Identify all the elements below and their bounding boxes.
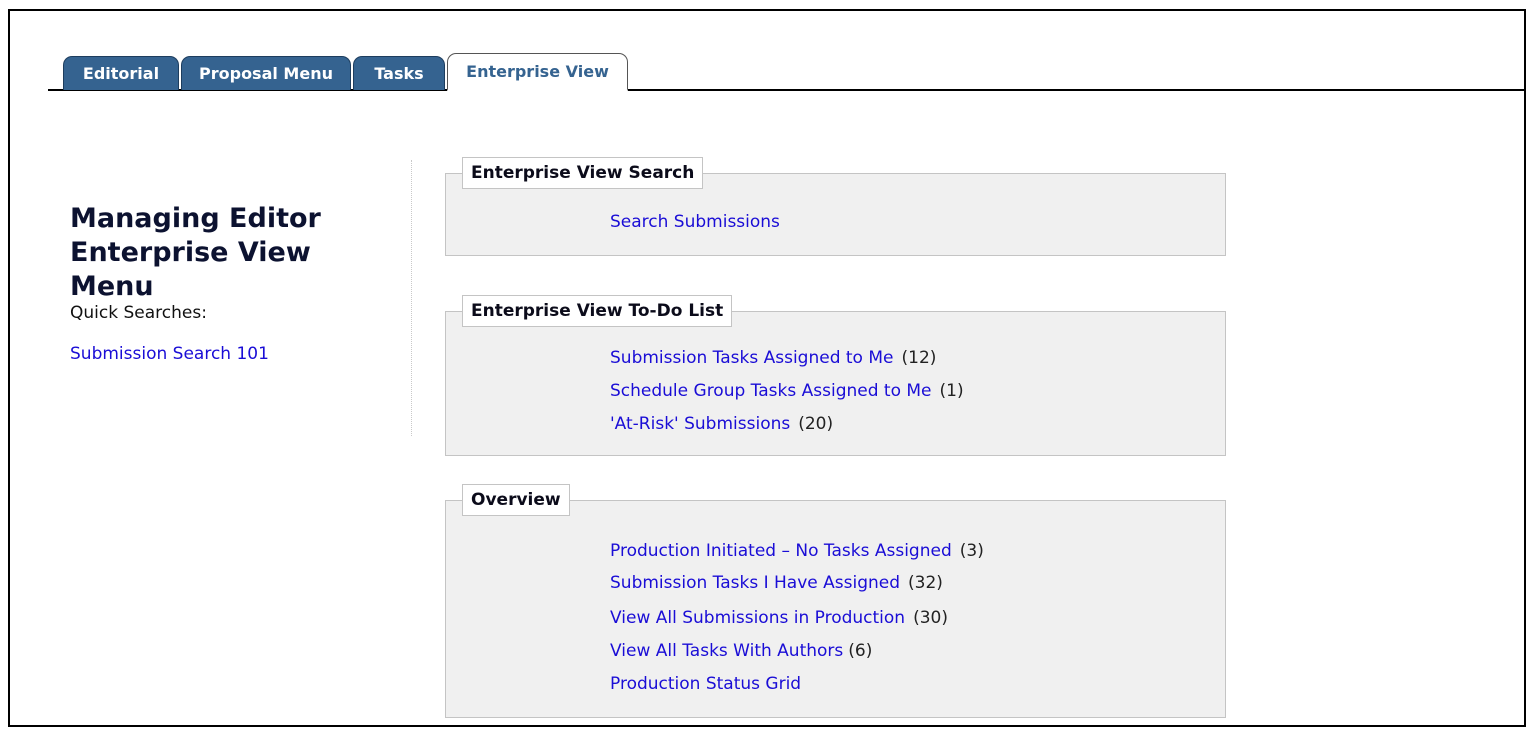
item-count: (1)	[939, 381, 964, 401]
quick-searches-label: Quick Searches:	[70, 303, 207, 323]
list-item: View All Tasks With Authors (6)	[610, 640, 872, 662]
page-title: Managing Editor Enterprise View Menu	[70, 202, 400, 304]
production-status-grid-link[interactable]: Production Status Grid	[610, 674, 801, 694]
tab-bar: Editorial Proposal Menu Tasks Enterprise…	[48, 53, 1526, 91]
list-item: Submission Tasks Assigned to Me (12)	[610, 347, 936, 369]
page-title-line2: Enterprise View Menu	[70, 237, 311, 302]
production-initiated-link[interactable]: Production Initiated – No Tasks Assigned	[610, 541, 952, 561]
item-count: (12)	[901, 348, 937, 368]
search-submissions-link[interactable]: Search Submissions	[610, 212, 780, 232]
list-item: 'At-Risk' Submissions (20)	[610, 413, 833, 435]
submission-tasks-i-assigned-link[interactable]: Submission Tasks I Have Assigned	[610, 573, 900, 593]
at-risk-submissions-link[interactable]: 'At-Risk' Submissions	[610, 414, 790, 434]
list-item: Production Initiated – No Tasks Assigned…	[610, 540, 984, 562]
submission-tasks-assigned-link[interactable]: Submission Tasks Assigned to Me	[610, 348, 894, 368]
tab-enterprise-view[interactable]: Enterprise View	[447, 53, 628, 91]
column-divider	[411, 160, 412, 436]
tab-editorial[interactable]: Editorial	[63, 56, 179, 90]
list-item: Schedule Group Tasks Assigned to Me (1)	[610, 380, 964, 402]
enterprise-view-todo-panel: Enterprise View To-Do List Submission Ta…	[445, 295, 1226, 456]
quick-search-link[interactable]: Submission Search 101	[70, 344, 269, 364]
item-count: (6)	[848, 641, 873, 661]
panel-legend: Overview	[462, 484, 570, 516]
view-all-tasks-with-authors-link[interactable]: View All Tasks With Authors	[610, 641, 843, 661]
item-count: (20)	[798, 414, 834, 434]
list-item: Production Status Grid	[610, 673, 801, 695]
tab-tasks[interactable]: Tasks	[353, 56, 445, 90]
page-title-line1: Managing Editor	[70, 203, 321, 234]
panel-legend: Enterprise View To-Do List	[462, 295, 733, 327]
list-item: Search Submissions	[610, 211, 780, 233]
list-item: View All Submissions in Production (30)	[610, 607, 948, 629]
list-item: Submission Tasks I Have Assigned (32)	[610, 572, 943, 594]
item-count: (3)	[959, 541, 984, 561]
item-count: (30)	[913, 608, 948, 628]
overview-panel: Overview Production Initiated – No Tasks…	[445, 484, 1226, 718]
enterprise-view-search-panel: Enterprise View Search Search Submission…	[445, 157, 1226, 256]
schedule-group-tasks-link[interactable]: Schedule Group Tasks Assigned to Me	[610, 381, 932, 401]
panel-legend: Enterprise View Search	[462, 157, 704, 189]
item-count: (32)	[908, 573, 943, 593]
view-all-submissions-link[interactable]: View All Submissions in Production	[610, 608, 905, 628]
tab-proposal-menu[interactable]: Proposal Menu	[181, 56, 351, 90]
